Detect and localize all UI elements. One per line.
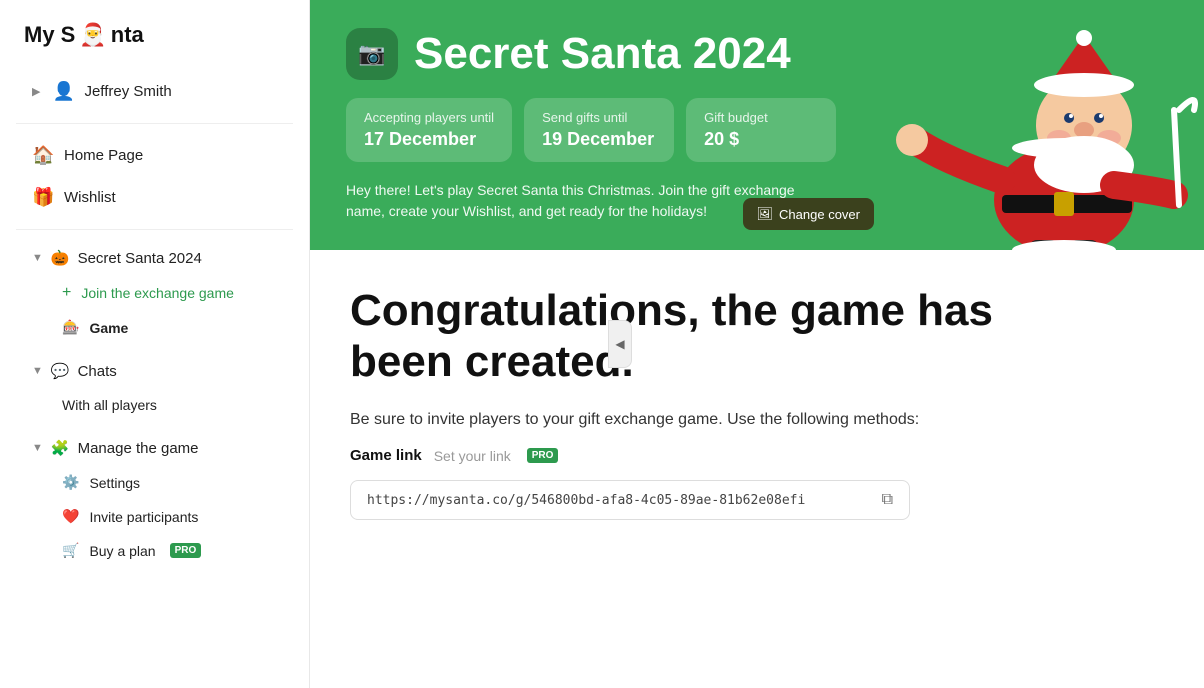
sidebar-item-wishlist[interactable]: 🎁 Wishlist [8, 177, 301, 218]
accepting-players-card: Accepting players until 17 December [346, 98, 512, 162]
ss-group-label: Secret Santa 2024 [78, 250, 202, 267]
collapse-icon: ◀ [615, 337, 624, 351]
gift-budget-card: Gift budget 20 $ [686, 98, 836, 162]
buy-plan-item[interactable]: 🛒 Buy a plan PRO [8, 534, 301, 567]
invite-description: Be sure to invite players to your gift e… [350, 411, 1164, 429]
gift-budget-label: Gift budget [704, 110, 818, 125]
accepting-label: Accepting players until [364, 110, 494, 125]
logo: My S🎅nta [0, 0, 309, 66]
buy-plan-label: Buy a plan [89, 543, 155, 559]
congrats-title: Congratulations, the game has been creat… [350, 286, 1050, 387]
change-cover-label: Change cover [779, 207, 860, 222]
settings-item[interactable]: ⚙️ Settings [8, 466, 301, 499]
settings-icon: ⚙️ [62, 474, 79, 491]
with-all-players-label: With all players [62, 397, 157, 413]
logo-text-2: nta [111, 22, 144, 48]
sidebar: My S🎅nta ▶ 👤 Jeffrey Smith 🏠 Home Page 🎁… [0, 0, 310, 688]
game-icon: 🎰 [62, 319, 79, 336]
logo-text-1: My S [24, 22, 75, 48]
chats-label: Chats [78, 363, 117, 380]
manage-label: Manage the game [78, 440, 199, 457]
game-url-input[interactable]: https://mysanta.co/g/546800bd-afa8-4c05-… [350, 480, 910, 520]
ss-group-icon: 🎃 [51, 249, 70, 267]
ss-chevron-icon: ▼ [32, 252, 43, 264]
pro-badge-link: PRO [527, 448, 559, 463]
user-profile-item[interactable]: ▶ 👤 Jeffrey Smith [8, 71, 301, 112]
chats-icon: 💬 [51, 362, 70, 380]
hero-title: Secret Santa 2024 [414, 30, 791, 78]
gift-budget-value: 20 $ [704, 129, 818, 150]
manage-section: ▼ 🧩 Manage the game ⚙️ Settings ❤️ Invit… [0, 426, 309, 572]
wishlist-label: Wishlist [64, 189, 116, 206]
game-link-label: Game link [350, 447, 422, 464]
user-section: ▶ 👤 Jeffrey Smith [0, 66, 309, 117]
user-avatar-icon: 👤 [52, 81, 74, 102]
chats-section: ▼ 💬 Chats With all players [0, 349, 309, 426]
change-cover-button[interactable]: 🖼 Change cover [743, 198, 874, 230]
image-icon: 🖼 [757, 206, 774, 222]
user-chevron-icon: ▶ [32, 85, 40, 98]
hero-banner: 📷 Secret Santa 2024 Accepting players un… [310, 0, 1204, 250]
game-item[interactable]: 🎰 Game [8, 311, 301, 344]
invite-label: Invite participants [89, 509, 198, 525]
copy-url-button[interactable]: ⧉ [882, 491, 893, 509]
pro-badge-buy: PRO [170, 543, 202, 558]
send-gifts-value: 19 December [542, 129, 656, 150]
content-body: Congratulations, the game has been creat… [310, 250, 1204, 560]
secret-santa-section: ▼ 🎃 Secret Santa 2024 + Join the exchang… [0, 236, 309, 349]
divider-1 [16, 123, 293, 124]
manage-group[interactable]: ▼ 🧩 Manage the game [8, 431, 301, 465]
invite-icon: ❤️ [62, 508, 79, 525]
invite-item[interactable]: ❤️ Invite participants [8, 500, 301, 533]
camera-icon: 📷 [358, 41, 385, 67]
nav-section: 🏠 Home Page 🎁 Wishlist [0, 130, 309, 223]
send-gifts-card: Send gifts until 19 December [524, 98, 674, 162]
game-label: Game [89, 320, 128, 336]
send-gifts-label: Send gifts until [542, 110, 656, 125]
set-link-text: Set your link [434, 448, 511, 464]
home-label: Home Page [64, 147, 143, 164]
plus-icon: + [62, 284, 71, 302]
wishlist-icon: 🎁 [32, 187, 54, 208]
home-icon: 🏠 [32, 145, 54, 166]
settings-label: Settings [89, 475, 140, 491]
game-link-row: Game link Set your link PRO [350, 447, 1164, 464]
join-exchange-item[interactable]: + Join the exchange game [8, 276, 301, 310]
chats-chevron-icon: ▼ [32, 365, 43, 377]
user-name-label: Jeffrey Smith [84, 83, 171, 100]
change-photo-button[interactable]: 📷 [346, 28, 398, 80]
join-label: Join the exchange game [81, 285, 234, 301]
logo-santa-icon: 🎅 [79, 22, 106, 48]
sidebar-collapse-button[interactable]: ◀ [608, 320, 632, 368]
hero-top-row: 📷 Secret Santa 2024 [346, 28, 1168, 80]
game-url-text: https://mysanta.co/g/546800bd-afa8-4c05-… [367, 493, 874, 508]
manage-chevron-icon: ▼ [32, 442, 43, 454]
sidebar-item-home[interactable]: 🏠 Home Page [8, 135, 301, 176]
buy-plan-icon: 🛒 [62, 542, 79, 559]
accepting-value: 17 December [364, 129, 494, 150]
main-content: 📷 Secret Santa 2024 Accepting players un… [310, 0, 1204, 688]
manage-icon: 🧩 [51, 439, 70, 457]
chats-group[interactable]: ▼ 💬 Chats [8, 354, 301, 388]
hero-cards-row: Accepting players until 17 December Send… [346, 98, 1168, 162]
with-all-players-item[interactable]: With all players [8, 389, 301, 421]
divider-2 [16, 229, 293, 230]
secret-santa-group[interactable]: ▼ 🎃 Secret Santa 2024 [8, 241, 301, 275]
